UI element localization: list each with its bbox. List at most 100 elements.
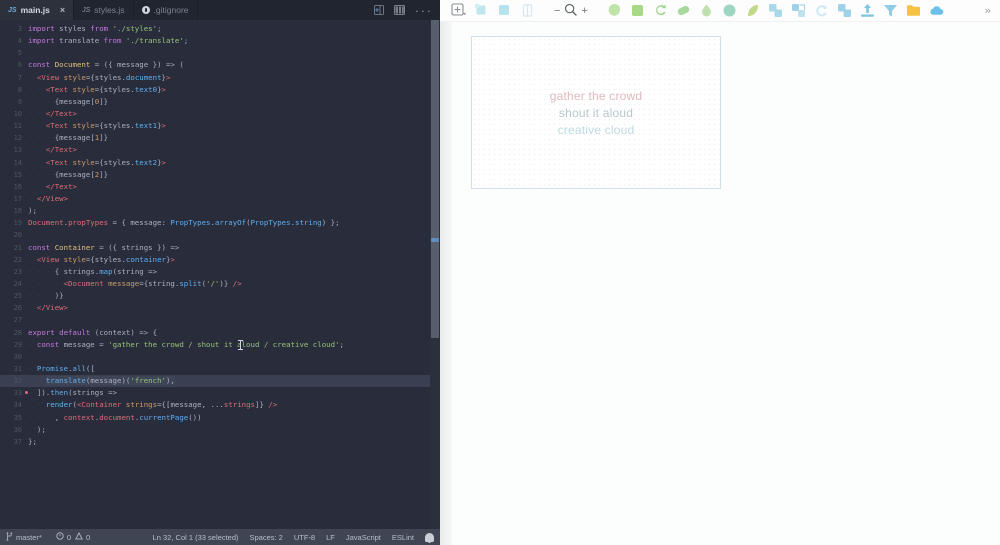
code-token: string: [148, 278, 175, 288]
preview-artboard[interactable]: gather the crowd shout it aloud creative…: [471, 36, 721, 189]
status-encoding[interactable]: UTF-8: [294, 533, 315, 542]
zoom-in-button[interactable]: +: [581, 5, 587, 17]
bell-icon[interactable]: [425, 532, 434, 543]
code-line-content: · · · {message[1]}: [28, 132, 440, 144]
code-line[interactable]: 3 import styles from './styles';: [0, 23, 440, 35]
code-token: ]}: [99, 169, 109, 179]
status-cursor-position[interactable]: Ln 32, Col 1 (33 selected): [153, 533, 239, 542]
close-icon[interactable]: ×: [60, 5, 65, 15]
code-line[interactable]: 7 · <View style={styles.document}>: [0, 72, 440, 84]
code-line[interactable]: 27: [0, 314, 440, 326]
code-line[interactable]: 24 · · · · <Document message={string.spli…: [0, 278, 440, 290]
toolbar-overflow-icon[interactable]: »: [984, 4, 993, 17]
code-line[interactable]: 12 · · · {message[1]}: [0, 132, 440, 144]
refresh-tool-button[interactable]: [812, 2, 831, 19]
status-language-mode[interactable]: JavaScript: [346, 533, 381, 542]
status-diagnostics[interactable]: 0 0: [56, 531, 91, 542]
group-tool-button[interactable]: [766, 2, 785, 19]
code-line[interactable]: 23 · · · { strings.map(string =>: [0, 266, 440, 278]
code-line[interactable]: 4 import translate from './translate';: [0, 35, 440, 47]
status-warnings[interactable]: 0: [74, 531, 91, 542]
shape-tool-button[interactable]: [605, 2, 624, 19]
status-errors[interactable]: 0: [56, 532, 71, 542]
code-token: ·: [28, 72, 37, 82]
export-tool-button[interactable]: [904, 2, 923, 19]
editor-tab-label: main.js: [20, 5, 50, 15]
editor-tab-styles-js[interactable]: JS styles.js: [74, 0, 134, 20]
rotate-tool-button[interactable]: [651, 2, 670, 19]
code-line[interactable]: 8 · · <Text style={styles.text0}>: [0, 84, 440, 96]
code-line[interactable]: 31 · Promise.all([: [0, 363, 440, 375]
code-token: ]}: [255, 400, 269, 410]
code-line[interactable]: 9 · · · {message[0]}: [0, 96, 440, 108]
code-token: ={: [94, 84, 104, 94]
code-line[interactable]: 30: [0, 351, 440, 363]
code-line[interactable]: 36 · );: [0, 424, 440, 436]
zoom-out-button[interactable]: −: [554, 5, 560, 17]
toggle-panel-icon[interactable]: [394, 5, 406, 15]
status-line-ending[interactable]: LF: [326, 533, 335, 542]
distribute-tool-button[interactable]: [881, 2, 900, 19]
symbol-icon[interactable]: [518, 2, 537, 19]
merge-tool-button[interactable]: [743, 2, 762, 19]
code-line[interactable]: 5: [0, 47, 440, 59]
line-number: 28: [13, 328, 22, 337]
paint-tool-button[interactable]: [697, 2, 716, 19]
plus-box-icon[interactable]: [449, 2, 468, 19]
error-circle-icon: [56, 532, 64, 542]
code-line[interactable]: 6 const Document = ({ message }) => (: [0, 59, 440, 71]
code-text-area[interactable]: 3 import styles from './styles'; 4 import t…: [0, 20, 440, 529]
code-line[interactable]: 11 · · <Text style={styles.text1}>: [0, 120, 440, 132]
design-canvas[interactable]: gather the crowd shout it aloud creative…: [440, 22, 1000, 545]
code-line[interactable]: 32 · · translate(message)('french'),: [0, 375, 440, 388]
scrollbar-thumb[interactable]: [431, 20, 439, 338]
code-line[interactable]: 17 · </View>: [0, 193, 440, 205]
code-line[interactable]: 14 · · <Text style={styles.text2}>: [0, 157, 440, 169]
code-line[interactable]: 15 · · · {message[2]}: [0, 169, 440, 181]
editor-tab-gitignore[interactable]: .gitignore: [133, 0, 198, 20]
code-line[interactable]: 26 · </View>: [0, 302, 440, 314]
editor-vertical-scrollbar[interactable]: [430, 20, 440, 529]
code-line[interactable]: 16 · · </Text>: [0, 181, 440, 193]
code-token: · ·: [28, 157, 46, 167]
artboard-icon[interactable]: [495, 2, 514, 19]
editor-tab-main-js[interactable]: JS main.js ×: [0, 0, 75, 20]
code-line[interactable]: 37};: [0, 436, 440, 448]
line-number: 35: [13, 413, 22, 422]
code-line[interactable]: 25 · · · )}: [0, 290, 440, 302]
status-linter[interactable]: ESLint: [392, 533, 414, 542]
code-line[interactable]: 28 export default (context) => {: [0, 327, 440, 339]
code-line[interactable]: 20: [0, 229, 440, 241]
mask-tool-button[interactable]: [720, 2, 739, 19]
code-token: ([: [85, 363, 95, 373]
code-token: style: [68, 157, 95, 167]
status-bar-right: Ln 32, Col 1 (33 selected) Spaces: 2 UTF…: [153, 532, 434, 543]
code-line[interactable]: 13 · · </Text>: [0, 144, 440, 156]
rect-tool-button[interactable]: [628, 2, 647, 19]
code-token: 'french': [130, 376, 166, 386]
code-line[interactable]: 19 Document.propTypes = { message: PropTy…: [0, 217, 440, 229]
code-line[interactable]: 34 · · render(<Container strings={[messag…: [0, 399, 440, 411]
code-line[interactable]: 22 · <View style={styles.container}>: [0, 254, 440, 266]
magnifier-icon[interactable]: [564, 3, 578, 19]
code-line[interactable]: 21 const Container = ({ strings }) =>: [0, 242, 440, 254]
status-indentation[interactable]: Spaces: 2: [250, 533, 283, 542]
link-tool-button[interactable]: [674, 2, 693, 19]
select-icon[interactable]: [472, 2, 491, 19]
code-token: message: [90, 376, 122, 386]
status-warnings-count: 0: [86, 532, 91, 542]
code-line[interactable]: 18);: [0, 205, 440, 217]
code-token: · ·: [28, 145, 46, 155]
ungroup-tool-button[interactable]: [789, 2, 808, 19]
status-branch[interactable]: master*: [6, 531, 42, 543]
align-tool-button[interactable]: [858, 2, 877, 19]
more-actions-icon[interactable]: ...: [414, 5, 432, 15]
code-line[interactable]: 10 · · </Text>: [0, 108, 440, 120]
duplicate-tool-button[interactable]: [835, 2, 854, 19]
code-line[interactable]: 29 · const message = 'gather the crowd / …: [0, 339, 440, 351]
cloud-sync-button[interactable]: [927, 2, 946, 19]
code-line-content: [28, 47, 440, 59]
code-line[interactable]: 35 · · · , context.document.currentPage()…: [0, 412, 440, 424]
split-editor-icon[interactable]: [374, 5, 385, 15]
code-line[interactable]: 33 · ]).then(strings =>: [0, 387, 440, 399]
